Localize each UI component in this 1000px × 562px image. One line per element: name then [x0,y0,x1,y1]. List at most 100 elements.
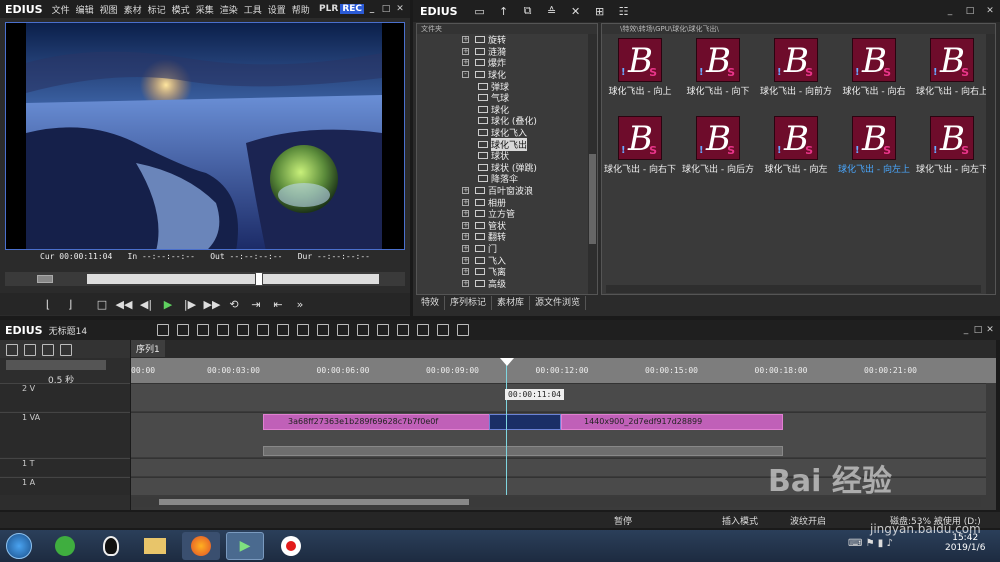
tree-item[interactable]: + 飞入 [417,254,597,267]
cut-icon[interactable] [237,324,250,336]
title-icon[interactable] [377,324,390,336]
expand-icon[interactable]: + [462,279,469,287]
audio-lane-bar[interactable] [263,446,783,456]
menu-settings[interactable]: 设置 [265,3,289,16]
playhead-marker[interactable] [500,358,514,366]
undo-icon[interactable] [317,324,330,336]
tree-item[interactable]: + 旋转 [417,34,597,46]
effect-tile[interactable]: B S! 球化飞出 - 向前方 [758,26,834,97]
bin-restore-icon[interactable]: □ [964,5,976,17]
tree-item[interactable]: 弹球 [417,80,597,93]
tree-item[interactable]: 球化飞出 [417,137,597,151]
track-header-2v[interactable]: 2 V [0,383,130,411]
screen-recorder-icon[interactable] [272,532,310,560]
render-icon[interactable] [417,324,430,336]
bin-minimize-icon[interactable]: _ [944,5,956,17]
loop-icon[interactable]: ⟲ [226,296,242,312]
effect-tile[interactable]: B S! 球化飞出 - 向左上 [836,104,912,175]
position-handle[interactable] [255,272,263,286]
track-header-1va[interactable]: 1 VA [0,412,130,457]
mode-icon[interactable] [6,344,18,356]
redo-icon[interactable] [337,324,350,336]
collapse-icon[interactable]: - [462,71,469,79]
paste-icon[interactable] [277,324,290,336]
folder-icon[interactable]: ▭ [472,3,488,19]
effect-tile[interactable]: B S! 球化飞出 - 向右下 [602,104,678,175]
insert-to-timeline-icon[interactable]: ⇥ [248,296,264,312]
set-out-icon[interactable]: ⌋ [62,296,78,312]
expand-icon[interactable]: + [462,198,469,206]
effect-tile[interactable]: B S! 球化飞出 - 向右上 [914,26,990,97]
copy-clip-icon[interactable] [257,324,270,336]
timeline-scroll-thumb[interactable] [159,499,469,505]
effect-tile[interactable]: B S! 球化飞出 - 向下 [680,26,756,97]
add-transition-icon[interactable] [357,324,370,336]
zoom-slider[interactable] [6,360,106,370]
tree-item[interactable]: + 爆炸 [417,57,597,69]
menu-render[interactable]: 渲染 [217,3,241,16]
step-back-icon[interactable]: ◀| [138,296,154,312]
expand-icon[interactable]: + [462,221,469,229]
bin-close-icon[interactable]: ✕ [984,5,996,17]
menu-clip[interactable]: 素材 [121,3,145,16]
playhead-line[interactable] [506,358,507,495]
tab-effects[interactable]: 特效 [416,296,446,310]
tree-scrollbar[interactable] [588,34,597,294]
expand-icon[interactable]: + [462,187,469,195]
play-icon[interactable]: ▶ [160,296,176,312]
expand-icon[interactable]: + [462,244,469,252]
menu-marker[interactable]: 标记 [145,3,169,16]
expand-icon[interactable]: + [462,268,469,276]
shuttle-handle[interactable] [37,275,53,283]
grid-hscrollbar[interactable] [606,285,981,293]
mic-icon[interactable] [397,324,410,336]
tree-item[interactable]: + 管状 [417,220,597,232]
tray-icons[interactable]: ⌨ ⚑ ▮ ♪ [848,538,893,549]
open-project-icon[interactable] [197,324,210,336]
qq-icon[interactable] [92,532,130,560]
new-sequence-icon[interactable] [157,324,170,336]
delete-icon[interactable]: ✕ [568,3,584,19]
clip-1[interactable]: 3a68ff27363e1b289f69628c7b7f0e0f [263,414,491,430]
expand-icon[interactable]: + [462,47,469,55]
step-forward-icon[interactable]: |▶ [182,296,198,312]
expand-icon[interactable]: + [462,210,469,218]
tree-item[interactable]: + 立方管 [417,208,597,220]
save-icon[interactable] [217,324,230,336]
expand-icon[interactable]: + [462,233,469,241]
tab-asset-library[interactable]: 素材库 [492,296,531,310]
tree-item[interactable]: 球状 (弹跳) [417,162,597,174]
copy-icon[interactable]: ⊞ [592,3,608,19]
tree-item[interactable]: + 翻转 [417,231,597,243]
effect-tile[interactable]: B S! 球化飞出 - 向后方 [680,104,756,175]
tree-scroll-thumb[interactable] [589,154,596,244]
menu-capture[interactable]: 采集 [193,3,217,16]
track-header-1a[interactable]: 1 A [0,477,130,495]
link-icon[interactable] [42,344,54,356]
tree-item[interactable]: + 相册 [417,196,597,209]
close-icon[interactable]: ✕ [394,3,406,15]
capture-icon[interactable] [177,324,190,336]
mixer-icon[interactable] [437,324,450,336]
effect-tile[interactable]: B S! 球化飞出 - 向上 [602,26,678,97]
preview-scrub-bar[interactable] [5,272,405,286]
tab-sequence1[interactable]: 序列1 [131,340,165,357]
effect-tile[interactable]: B S! 球化飞出 - 向左 [758,104,834,175]
start-button[interactable] [6,533,32,559]
expand-icon[interactable]: + [462,36,469,44]
menu-mode[interactable]: 模式 [169,3,193,16]
tab-source-browser[interactable]: 源文件浏览 [530,296,587,310]
rec-button[interactable]: REC [340,4,364,14]
tree-item[interactable]: 球化 (叠化) [417,115,597,127]
tree-item[interactable]: + 百叶窗波浪 [417,185,597,197]
time-ruler[interactable]: 00:00 00:00:03:00 00:00:06:00 00:00:09:00 00… [131,358,996,383]
plr-button[interactable]: PLR [319,4,338,14]
menu-edit[interactable]: 编辑 [73,3,97,16]
sync-icon[interactable] [24,344,36,356]
rewind-icon[interactable]: ◀◀ [116,296,133,312]
view-icon[interactable]: ⧉ [520,3,536,19]
clip-2[interactable]: 1440x900_2d7edf917d28899 [561,414,783,430]
transition-clip[interactable] [489,414,561,430]
tree-item[interactable]: 球化飞入 [417,127,597,139]
overwrite-to-timeline-icon[interactable]: ⇤ [270,296,286,312]
